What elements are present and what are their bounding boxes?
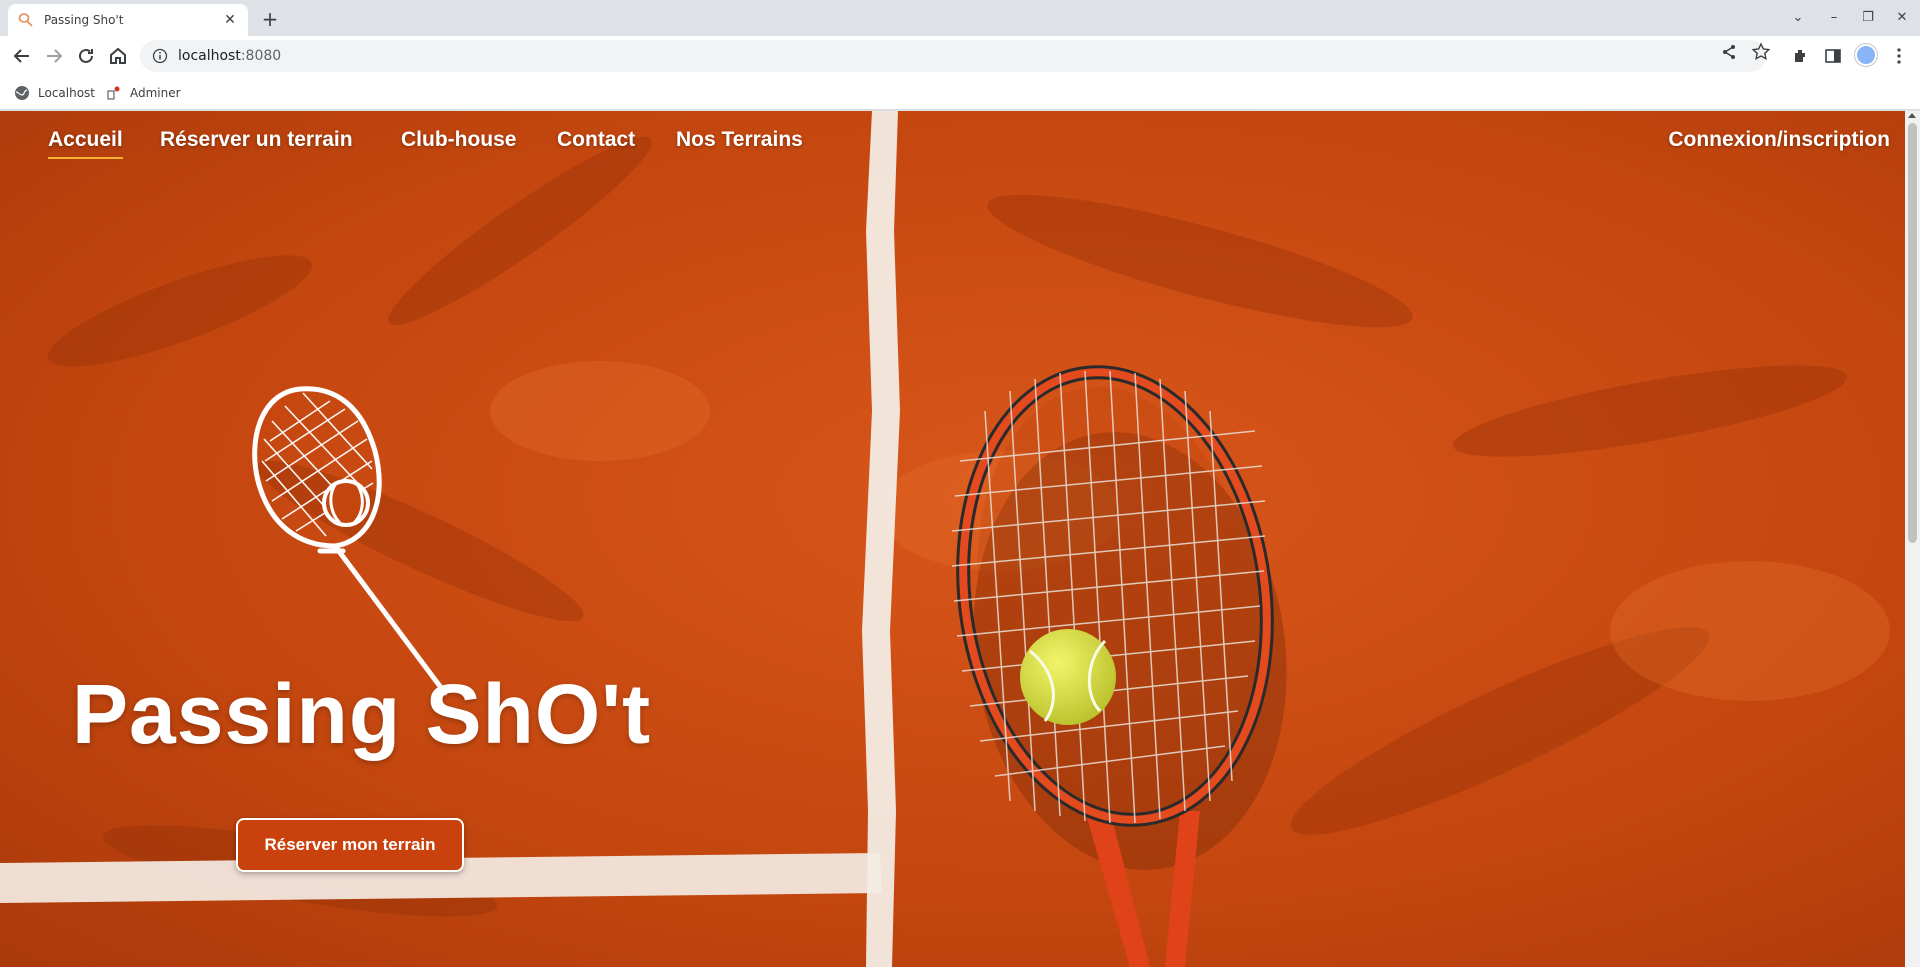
share-icon[interactable]	[1719, 42, 1739, 62]
nav-link-reserver-un-terrain[interactable]: Réserver un terrain	[160, 128, 353, 152]
browser-tab[interactable]: Passing Sho't ✕	[8, 4, 248, 36]
new-tab-icon[interactable]: +	[258, 8, 282, 32]
bookmarks-bar: Localhost Adminer	[0, 76, 1920, 110]
bookmark-label: Localhost	[38, 86, 96, 100]
back-icon[interactable]	[10, 44, 34, 68]
bookmark-star-icon[interactable]	[1751, 42, 1771, 62]
restore-icon[interactable]: ❐	[1858, 8, 1878, 28]
forward-icon[interactable]	[42, 44, 66, 68]
racket-favicon-icon	[18, 13, 33, 27]
bookmark-adminer[interactable]: Adminer	[106, 83, 181, 103]
reload-icon[interactable]	[74, 44, 98, 68]
home-icon[interactable]	[106, 44, 130, 68]
side-panel-icon[interactable]	[1823, 46, 1843, 66]
tab-strip: Passing Sho't ✕ + ⌄ – ❐ ✕	[0, 0, 1920, 36]
main-nav: Accueil Réserver un terrain Club-house C…	[0, 111, 1905, 181]
racket-logo-icon	[252, 386, 448, 696]
close-window-icon[interactable]: ✕	[1892, 8, 1912, 28]
globe-icon	[15, 86, 29, 100]
minimize-icon[interactable]: –	[1824, 8, 1844, 28]
adminer-icon	[107, 86, 120, 100]
page-scrollbar[interactable]	[1905, 111, 1920, 967]
login-register-link[interactable]: Connexion/inscription	[1668, 128, 1890, 152]
profile-avatar[interactable]	[1855, 44, 1877, 66]
nav-link-nos-terrains[interactable]: Nos Terrains	[676, 128, 803, 152]
hero-title: Passing ShO't	[72, 667, 652, 761]
tab-search-icon[interactable]: ⌄	[1788, 8, 1808, 28]
browser-menu-icon[interactable]	[1889, 46, 1909, 66]
url-text: localhost:8080	[178, 48, 282, 64]
browser-toolbar: localhost:8080	[0, 36, 1920, 76]
bookmark-localhost[interactable]: Localhost	[14, 83, 95, 103]
nav-link-accueil[interactable]: Accueil	[48, 128, 123, 159]
reserve-court-button[interactable]: Réserver mon terrain	[236, 818, 464, 872]
scrollbar-thumb[interactable]	[1908, 123, 1917, 543]
address-bar[interactable]: localhost:8080	[140, 40, 1766, 72]
nav-link-contact[interactable]: Contact	[557, 128, 635, 152]
close-tab-icon[interactable]: ✕	[222, 12, 238, 28]
scroll-up-icon[interactable]	[1908, 113, 1916, 118]
site-info-icon[interactable]	[152, 48, 168, 64]
tab-title: Passing Sho't	[44, 13, 124, 27]
extensions-icon[interactable]	[1791, 46, 1811, 66]
page-viewport: Accueil Réserver un terrain Club-house C…	[0, 111, 1905, 967]
bookmark-label: Adminer	[130, 86, 181, 100]
nav-link-club-house[interactable]: Club-house	[401, 128, 517, 152]
